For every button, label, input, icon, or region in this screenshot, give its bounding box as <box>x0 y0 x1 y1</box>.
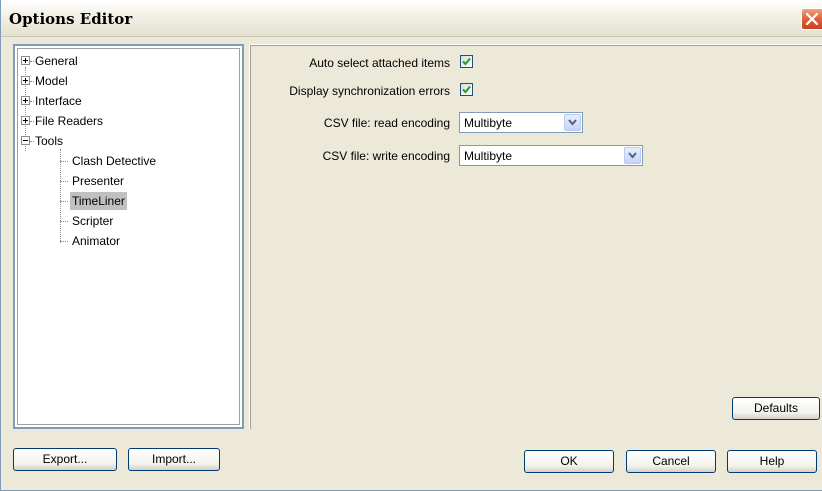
check-icon <box>462 57 471 66</box>
tree-connector <box>60 201 68 203</box>
csv-write-encoding-value: Multibyte <box>464 149 513 163</box>
plus-icon[interactable] <box>21 76 30 85</box>
tree-item-label: Tools <box>35 134 64 148</box>
tree-item-label: Model <box>35 74 68 88</box>
options-editor-window: Options Editor General Model Interface F… <box>0 0 822 491</box>
cancel-button[interactable]: Cancel <box>626 450 716 473</box>
import-button[interactable]: Import... <box>128 448 220 471</box>
auto-select-checkbox[interactable] <box>460 55 473 68</box>
tree-connector <box>30 101 34 103</box>
dropdown-button[interactable] <box>624 147 641 164</box>
plus-icon[interactable] <box>21 96 30 105</box>
defaults-button[interactable]: Defaults <box>732 397 820 420</box>
tree-item-label: File Readers <box>35 114 104 128</box>
chevron-down-icon <box>628 152 637 159</box>
tree-item-label: General <box>35 54 78 68</box>
tree-connector <box>60 149 62 243</box>
tree-connector <box>60 241 68 243</box>
display-sync-checkbox[interactable] <box>460 83 473 96</box>
tree-connector <box>60 161 68 163</box>
csv-read-encoding-value: Multibyte <box>464 116 513 130</box>
csv-write-label: CSV file: write encoding <box>322 149 450 163</box>
tree-connector <box>30 141 34 143</box>
window-title: Options Editor <box>9 10 133 28</box>
help-button[interactable]: Help <box>727 450 817 473</box>
check-icon <box>462 85 471 94</box>
title-bar[interactable]: Options Editor <box>1 0 822 37</box>
export-button[interactable]: Export... <box>13 448 117 471</box>
tree-item-label: Interface <box>35 94 82 108</box>
tree-item-label-selected: TimeLiner <box>70 192 127 210</box>
plus-icon[interactable] <box>21 56 30 65</box>
tree-connector <box>30 121 34 123</box>
chevron-down-icon <box>568 119 577 126</box>
tree-connector <box>30 81 34 83</box>
tree-item-label: Scripter <box>72 214 114 228</box>
tree-item-label: Animator <box>72 234 121 248</box>
close-icon <box>806 13 818 25</box>
plus-icon[interactable] <box>21 116 30 125</box>
auto-select-label: Auto select attached items <box>309 56 450 70</box>
display-sync-label: Display synchronization errors <box>289 84 450 98</box>
csv-read-label: CSV file: read encoding <box>323 116 450 130</box>
tree-connector <box>60 221 68 223</box>
tree-item-label: Clash Detective <box>72 154 157 168</box>
tree-item-label: Presenter <box>72 174 125 188</box>
close-button[interactable] <box>801 8 822 30</box>
tree-connector <box>30 61 34 63</box>
dropdown-button[interactable] <box>564 114 581 131</box>
options-panel: Auto select attached items Display synch… <box>249 44 822 429</box>
tree-connector <box>60 181 68 183</box>
csv-read-encoding-select[interactable]: Multibyte <box>459 112 583 133</box>
options-tree[interactable]: General Model Interface File Readers Too… <box>13 44 244 429</box>
options-tree-inner: General Model Interface File Readers Too… <box>17 48 240 425</box>
ok-button[interactable]: OK <box>524 450 614 473</box>
minus-icon[interactable] <box>21 136 30 145</box>
csv-write-encoding-select[interactable]: Multibyte <box>459 145 643 166</box>
